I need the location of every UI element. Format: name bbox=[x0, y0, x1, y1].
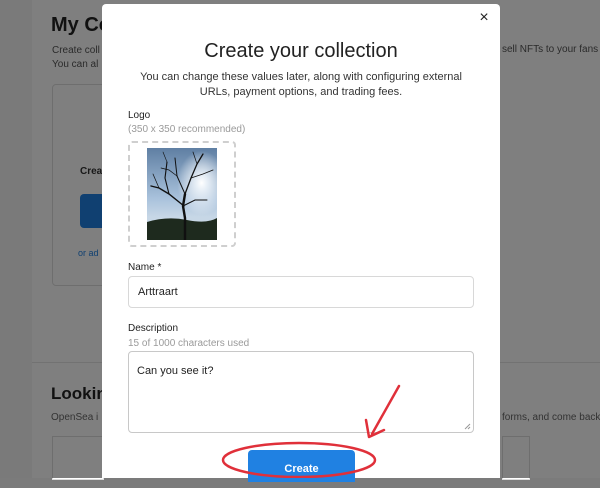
annotation-arrow bbox=[370, 384, 401, 436]
annotation-circle bbox=[221, 441, 377, 478]
annotation-overlay bbox=[221, 384, 401, 478]
